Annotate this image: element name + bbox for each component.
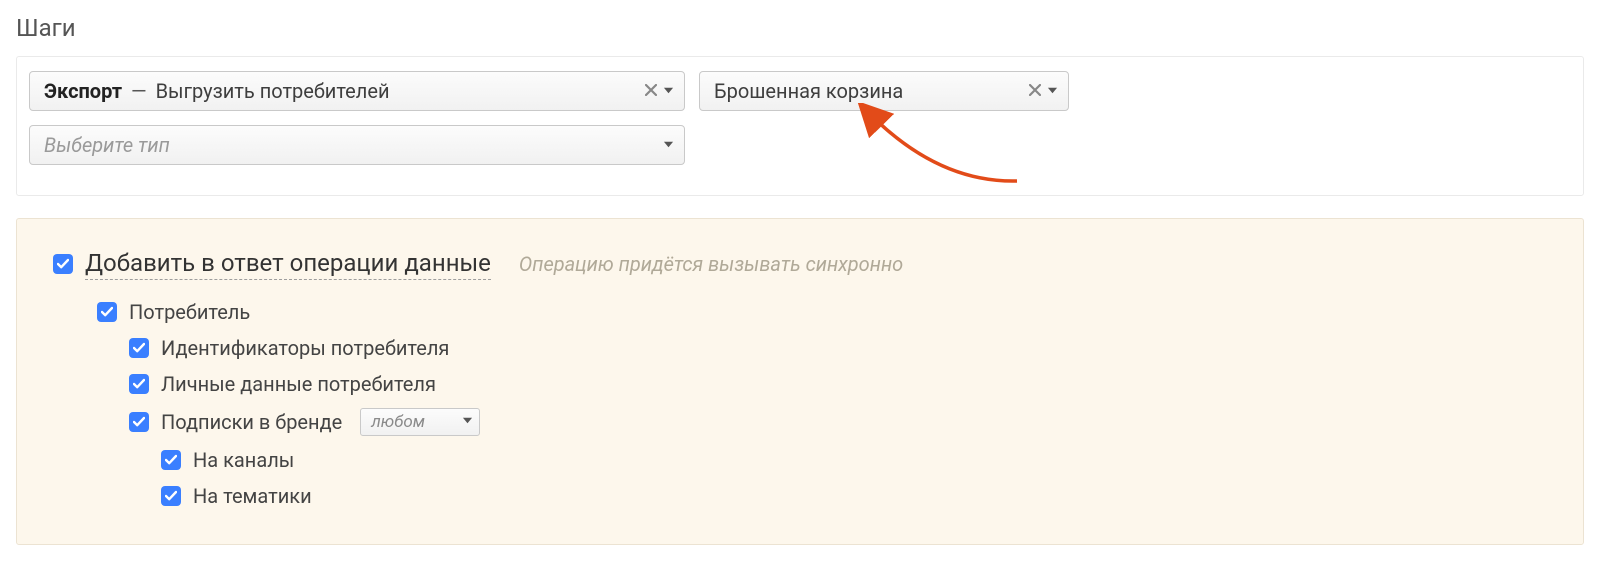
option-topics: На тематики [161, 478, 1547, 514]
step-export-sep: — [127, 79, 151, 103]
checkbox-channels[interactable] [161, 450, 181, 470]
steps-container: Экспорт — Выгрузить потребителей Брошенн… [16, 56, 1584, 196]
option-topics-label: На тематики [193, 484, 312, 508]
checkbox-topics[interactable] [161, 486, 181, 506]
steps-row-2: Выберите тип [29, 125, 1571, 165]
option-consumer-label: Потребитель [129, 300, 250, 324]
step-abandoned-cart-label: Брошенная корзина [714, 79, 1023, 103]
section-title: Шаги [16, 14, 1584, 42]
step-export-select[interactable]: Экспорт — Выгрузить потребителей [29, 71, 685, 111]
option-subscriptions-label: Подписки в бренде [161, 410, 342, 434]
checkbox-personal-data[interactable] [129, 374, 149, 394]
steps-row-1: Экспорт — Выгрузить потребителей Брошенн… [29, 71, 1571, 111]
option-personal-data-label: Личные данные потребителя [161, 372, 436, 396]
option-identifiers-label: Идентификаторы потребителя [161, 336, 449, 360]
checkbox-consumer[interactable] [97, 302, 117, 322]
caret-down-icon[interactable] [1047, 84, 1058, 99]
brand-select-placeholder: любом [371, 412, 462, 432]
option-consumer: Потребитель [97, 294, 1547, 330]
option-add-response-data-hint: Операцию придётся вызывать синхронно [519, 252, 903, 276]
step-type-select[interactable]: Выберите тип [29, 125, 685, 165]
checkbox-subscriptions[interactable] [129, 412, 149, 432]
option-channels-label: На каналы [193, 448, 294, 472]
caret-down-icon[interactable] [663, 84, 674, 99]
options-panel: Добавить в ответ операции данные Операци… [16, 218, 1584, 545]
clear-icon[interactable] [1029, 84, 1041, 99]
option-subscriptions: Подписки в бренде любом [129, 402, 1547, 442]
option-personal-data: Личные данные потребителя [129, 366, 1547, 402]
option-identifiers: Идентификаторы потребителя [129, 330, 1547, 366]
caret-down-icon[interactable] [462, 414, 473, 429]
checkbox-add-response-data[interactable] [53, 254, 73, 274]
clear-icon[interactable] [645, 84, 657, 99]
checkbox-identifiers[interactable] [129, 338, 149, 358]
option-add-response-data: Добавить в ответ операции данные Операци… [53, 245, 1547, 284]
option-add-response-data-label: Добавить в ответ операции данные [85, 249, 491, 280]
brand-select[interactable]: любом [360, 408, 480, 436]
step-type-placeholder: Выберите тип [44, 133, 657, 157]
step-export-prefix: Экспорт [44, 79, 122, 103]
caret-down-icon[interactable] [663, 138, 674, 153]
option-channels: На каналы [161, 442, 1547, 478]
step-abandoned-cart-select[interactable]: Брошенная корзина [699, 71, 1069, 111]
step-export-text: Выгрузить потребителей [156, 79, 390, 103]
